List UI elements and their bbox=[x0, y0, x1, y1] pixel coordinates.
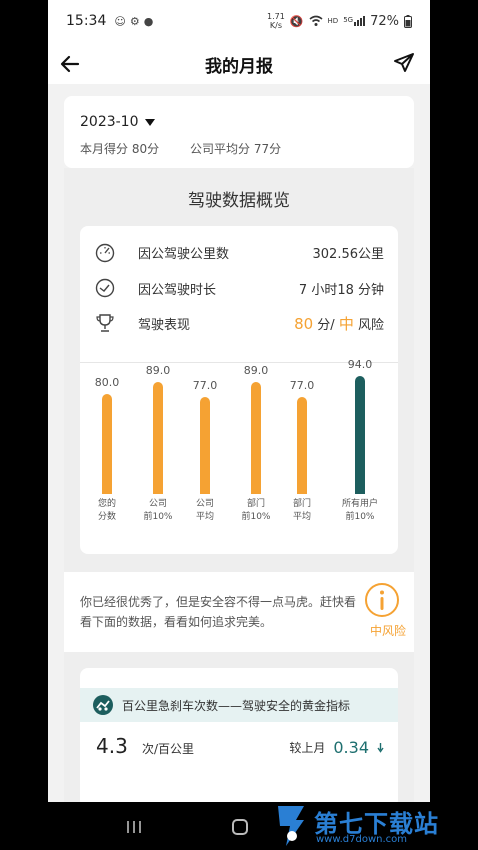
my-score: 本月得分 80分 bbox=[80, 142, 160, 156]
compare-value: 0.34 bbox=[333, 738, 369, 757]
notification-icon: ☺ bbox=[114, 14, 126, 28]
brake-header: 百公里急刹车次数——驾驶安全的黄金指标 bbox=[80, 688, 398, 722]
bar-category-label: 公司 平均 bbox=[195, 499, 214, 522]
info-icon bbox=[365, 583, 399, 617]
brake-section: 百公里急刹车次数——驾驶安全的黄金指标 4.3 次/百公里 较上月 0.34 bbox=[64, 652, 414, 802]
month-selector[interactable]: 2023-10 bbox=[80, 114, 155, 130]
car-brake-icon bbox=[93, 695, 113, 715]
score-comparison-chart: 80.0 您的 分数 89.0 公司 前10% 77.0 公司 平均 89.0 部门 前10% 77.0… bbox=[80, 358, 398, 546]
watermark-url: www.d7down.com bbox=[316, 834, 408, 845]
clock-icon bbox=[95, 278, 115, 298]
status-right: 1.71 K/s 🔇 HD 5G 72% bbox=[267, 12, 412, 30]
bar-value-label: 89.0 bbox=[145, 364, 171, 377]
bar-2 bbox=[200, 397, 210, 494]
signal-icon: 5G bbox=[343, 16, 366, 26]
notification-icons: ☺ ⚙ ● bbox=[114, 15, 153, 28]
mileage-label: 因公驾驶公里数 bbox=[138, 246, 230, 262]
bar-0 bbox=[102, 394, 112, 494]
content-area: 2023-10 本月得分 80分 公司平均分 77分 驾驶数据概览 因公驾驶公里… bbox=[48, 84, 430, 802]
stats-card: 因公驾驶公里数 302.56公里 因公驾驶时长 7 小时18 分钟 驾驶表现 8… bbox=[80, 226, 398, 554]
brake-title: 百公里急刹车次数——驾驶安全的黄金指标 bbox=[122, 698, 351, 713]
net-speed: 1.71 K/s bbox=[267, 12, 285, 30]
bar-4 bbox=[297, 397, 307, 494]
overview-title: 驾驶数据概览 bbox=[188, 191, 290, 211]
company-average: 公司平均分 77分 bbox=[190, 142, 282, 156]
mute-icon: 🔇 bbox=[289, 14, 304, 28]
bar-category-label: 部门 平均 bbox=[292, 499, 311, 522]
summary-card: 2023-10 本月得分 80分 公司平均分 77分 bbox=[64, 96, 414, 168]
recent-apps-icon[interactable] bbox=[126, 820, 142, 834]
battery-icon bbox=[404, 14, 412, 28]
bar-value-label: 89.0 bbox=[243, 364, 269, 377]
watermark: 第七下载站 www.d7down.com bbox=[272, 800, 472, 850]
duration-row: 因公驾驶时长 7 小时18 分钟 bbox=[94, 276, 384, 300]
back-arrow-icon[interactable] bbox=[58, 52, 82, 76]
dropdown-triangle-icon bbox=[144, 118, 155, 126]
bar-5 bbox=[355, 376, 365, 494]
performance-value: 80 分/ 中 风险 bbox=[294, 314, 384, 333]
battery-percent: 72% bbox=[370, 13, 399, 29]
speedometer-icon bbox=[95, 243, 115, 263]
down-arrow-icon bbox=[377, 742, 384, 753]
performance-row: 驾驶表现 80 分/ 中 风险 bbox=[94, 311, 384, 335]
duration-value: 7 小时18 分钟 bbox=[298, 282, 384, 298]
risk-notice: 你已经很优秀了，但是安全容不得一点马虎。赶快看看下面的数据，看看如何追求完美。 … bbox=[64, 572, 414, 652]
performance-label: 驾驶表现 bbox=[138, 317, 191, 333]
trophy-icon bbox=[96, 314, 114, 332]
risk-level-label: 中风险 bbox=[369, 624, 406, 638]
bar-value-label: 77.0 bbox=[192, 379, 218, 392]
bar-category-label: 所有用户 前10% bbox=[341, 499, 378, 522]
brake-compare: 较上月 0.34 bbox=[289, 738, 384, 757]
bar-value-label: 94.0 bbox=[347, 358, 373, 371]
bar-value-label: 77.0 bbox=[289, 379, 315, 392]
brake-card: 百公里急刹车次数——驾驶安全的黄金指标 4.3 次/百公里 较上月 0.34 bbox=[80, 668, 398, 802]
duration-label: 因公驾驶时长 bbox=[138, 282, 217, 298]
month-value: 2023-10 bbox=[80, 114, 139, 130]
brake-unit: 次/百公里 bbox=[142, 742, 195, 756]
notice-text: 你已经很优秀了，但是安全容不得一点马虎。赶快看看下面的数据，看看如何追求完美。 bbox=[80, 595, 357, 629]
bar-category-label: 部门 前10% bbox=[241, 499, 271, 522]
watermark-logo-icon bbox=[278, 806, 304, 846]
page-title: 我的月报 bbox=[205, 56, 273, 77]
status-bar: 15:34 ☺ ⚙ ● 1.71 K/s 🔇 HD 5G 72% bbox=[48, 0, 430, 42]
share-send-icon[interactable] bbox=[392, 51, 416, 75]
wifi-icon bbox=[309, 15, 323, 26]
bar-3 bbox=[251, 382, 261, 494]
brake-value: 4.3 bbox=[96, 734, 128, 758]
bar-1 bbox=[153, 382, 163, 494]
notification-icon: ⚙ bbox=[129, 14, 140, 28]
mileage-value: 302.56公里 bbox=[312, 246, 385, 262]
top-nav: 我的月报 bbox=[48, 44, 430, 84]
bar-category-label: 公司 前10% bbox=[143, 499, 173, 522]
phone-screen: 15:34 ☺ ⚙ ● 1.71 K/s 🔇 HD 5G 72% 我的月报 20… bbox=[48, 0, 430, 802]
bar-value-label: 80.0 bbox=[94, 376, 120, 389]
home-button-icon[interactable] bbox=[232, 819, 248, 835]
driving-overview: 驾驶数据概览 因公驾驶公里数 302.56公里 因公驾驶时长 7 小时18 分钟… bbox=[64, 168, 414, 572]
bar-category-label: 您的 分数 bbox=[97, 499, 116, 522]
notification-icon: ● bbox=[143, 14, 154, 28]
compare-label: 较上月 bbox=[289, 741, 326, 755]
hd-badge: HD bbox=[327, 17, 339, 25]
mileage-row: 因公驾驶公里数 302.56公里 bbox=[94, 240, 384, 264]
status-time: 15:34 bbox=[66, 13, 107, 29]
